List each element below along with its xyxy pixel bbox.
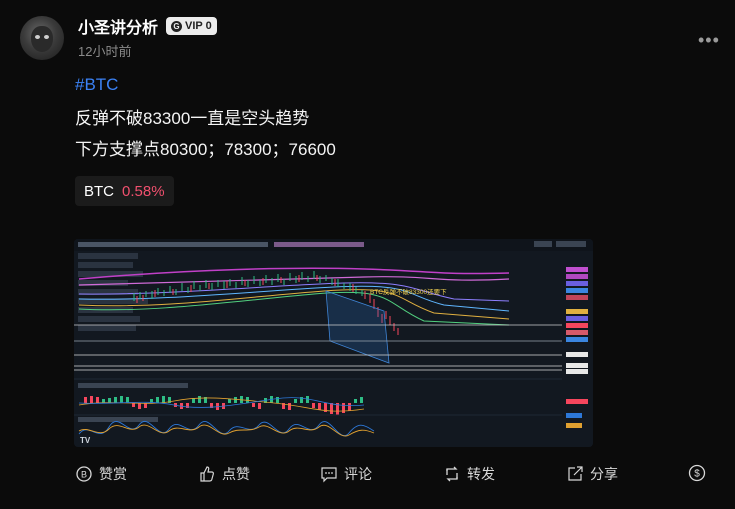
avatar[interactable] (20, 16, 64, 60)
hashtag-link[interactable]: #BTC (75, 75, 118, 95)
dollar-icon: $ (688, 464, 706, 482)
comment-button[interactable]: 评论 (320, 464, 372, 484)
action-bar: B 赞赏 点赞 评论 转发 分享 $ (0, 464, 735, 494)
author-name[interactable]: 小圣讲分析 (78, 14, 158, 38)
ticker-symbol: BTC (84, 182, 114, 200)
post-time: 12小时前 (78, 44, 132, 59)
like-button[interactable]: 点赞 (198, 464, 250, 484)
chart-annotation: BTC反弹不破83300还要下 (370, 287, 447, 296)
vip-icon: G (171, 20, 183, 32)
like-icon (200, 466, 214, 482)
avatar-eye-right (44, 35, 49, 39)
repost-button[interactable]: 转发 (443, 464, 495, 484)
tip-dollar-button[interactable]: $ (688, 464, 706, 482)
share-button[interactable]: 分享 (566, 464, 618, 484)
svg-text:$: $ (694, 469, 700, 480)
like-label: 点赞 (222, 466, 250, 482)
svg-text:B: B (81, 470, 87, 480)
vip-badge: G VIP 0 (166, 17, 217, 35)
ticker-change: 0.58% (122, 182, 165, 200)
comment-label: 评论 (344, 466, 372, 482)
avatar-face (31, 26, 53, 52)
tip-icon: B (76, 466, 92, 482)
svg-text:TV: TV (80, 436, 91, 445)
repost-icon (446, 466, 458, 482)
share-icon (568, 466, 583, 481)
tip-button[interactable]: B 赞赏 (75, 464, 127, 484)
comment-icon (321, 467, 337, 483)
post-line-1: 反弹不破83300一直是空头趋势 (75, 109, 310, 128)
repost-label: 转发 (467, 466, 495, 482)
chart-image[interactable]: BTC反弹不破83300还要下 TV (74, 239, 593, 447)
ticker-chip[interactable]: BTC 0.58% (75, 176, 174, 206)
tip-label: 赞赏 (99, 466, 127, 482)
more-icon[interactable]: ••• (698, 30, 720, 51)
avatar-eye-left (35, 35, 40, 39)
author-row: 小圣讲分析 G VIP 0 (78, 14, 217, 38)
share-label: 分享 (590, 466, 618, 482)
vip-label: VIP 0 (185, 20, 212, 32)
post-line-2: 下方支撑点80300；78300；76600 (75, 140, 336, 159)
chart-svg: BTC反弹不破83300还要下 TV (74, 239, 593, 447)
